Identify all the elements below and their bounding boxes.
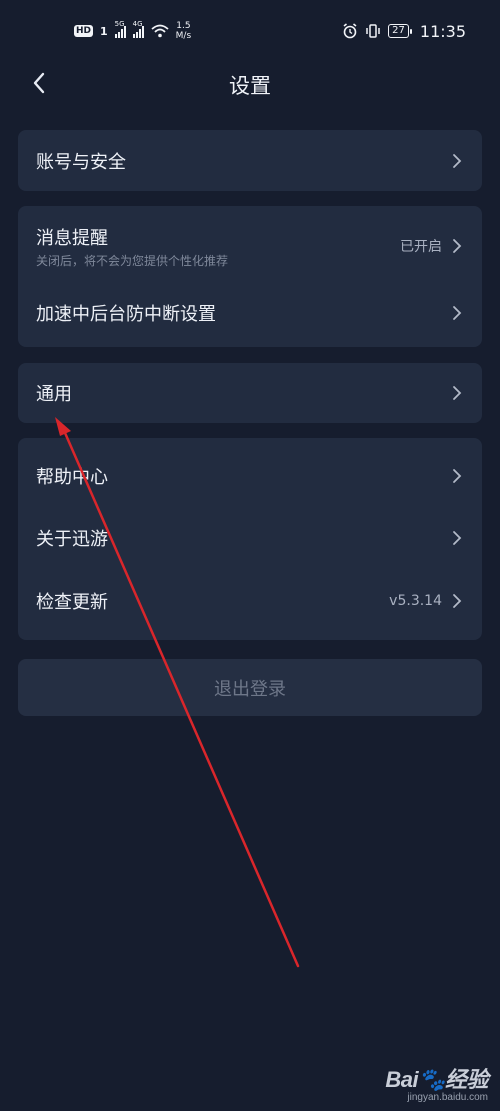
chevron-right-icon xyxy=(453,531,462,545)
sim-slot: 1 xyxy=(100,24,108,38)
watermark-logo: Bai🐾经验 xyxy=(385,1067,488,1092)
chevron-right-icon xyxy=(453,469,462,483)
chevron-right-icon xyxy=(453,153,462,168)
watermark: Bai🐾经验 jingyan.baidu.com xyxy=(385,1062,488,1103)
vibrate-icon xyxy=(366,24,380,38)
background-protection-item[interactable]: 加速中后台防中断设置 xyxy=(18,278,482,347)
logout-label: 退出登录 xyxy=(214,678,286,700)
app-version: v5.3.14 xyxy=(389,593,442,609)
alarm-icon xyxy=(343,23,357,39)
general-label: 通用 xyxy=(36,384,72,405)
check-update-label: 检查更新 xyxy=(36,592,108,613)
background-protection-label: 加速中后台防中断设置 xyxy=(36,303,216,325)
chevron-right-icon xyxy=(453,386,462,400)
help-center-item[interactable]: 帮助中心 xyxy=(18,445,482,507)
network-speed: 1.5 M/s xyxy=(175,21,192,41)
wifi-icon xyxy=(151,24,169,38)
status-time: 11:35 xyxy=(419,21,466,41)
account-security-label: 账号与安全 xyxy=(36,151,126,173)
status-right: 27 11:35 xyxy=(342,22,466,41)
account-security-item[interactable]: 账号与安全 xyxy=(18,130,482,191)
about-label: 关于迅游 xyxy=(36,529,108,550)
account-card: 账号与安全 xyxy=(18,130,482,191)
signal-icon-1: 5G xyxy=(114,20,126,38)
general-card: 通用 xyxy=(18,363,482,423)
chevron-right-icon xyxy=(453,305,462,320)
hd-badge: HD xyxy=(74,25,94,37)
logout-button[interactable]: 退出登录 xyxy=(18,659,482,716)
message-reminder-label: 消息提醒 xyxy=(36,228,108,249)
status-left: HD 1 5G 4G 1.5 M/s xyxy=(74,20,192,41)
chevron-right-icon xyxy=(453,594,462,608)
check-update-item[interactable]: 检查更新 v5.3.14 xyxy=(18,569,482,633)
general-item[interactable]: 通用 xyxy=(18,363,482,423)
message-reminder-status: 已开启 xyxy=(400,239,442,255)
header: 设置 xyxy=(0,62,500,106)
page-title: 设置 xyxy=(229,74,271,98)
battery-icon: 27 xyxy=(388,24,412,38)
message-reminder-description: 关闭后，将不会为您提供个性化推荐 xyxy=(36,254,229,268)
signal-icon-2: 4G xyxy=(132,20,144,38)
about-item[interactable]: 关于迅游 xyxy=(18,507,482,569)
status-bar: HD 1 5G 4G 1.5 M/s 27 11:35 xyxy=(0,0,500,62)
chevron-right-icon xyxy=(453,239,462,253)
message-reminder-item[interactable]: 消息提醒 关闭后，将不会为您提供个性化推荐 已开启 xyxy=(18,206,482,278)
info-card: 帮助中心 关于迅游 检查更新 v5.3.14 xyxy=(18,438,482,640)
help-center-label: 帮助中心 xyxy=(36,467,108,488)
notification-card: 消息提醒 关闭后，将不会为您提供个性化推荐 已开启 加速中后台防中断设置 xyxy=(18,206,482,347)
